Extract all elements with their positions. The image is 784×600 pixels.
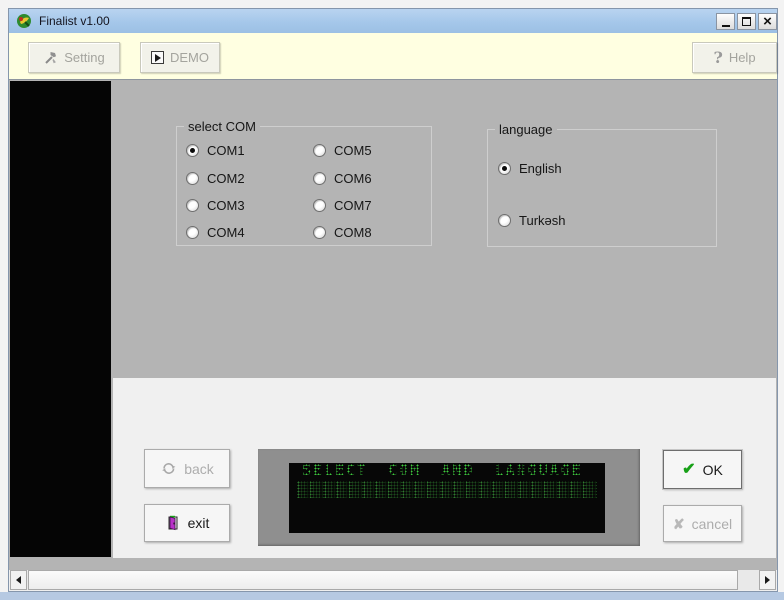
left-black-panel xyxy=(10,81,111,557)
radio-com7-circle[interactable] xyxy=(313,199,326,212)
language-groupbox: language English Turkəsh xyxy=(487,129,717,247)
radio-com6-circle[interactable] xyxy=(313,172,326,185)
play-icon xyxy=(151,51,164,64)
scrollbar-thumb[interactable] xyxy=(28,570,738,590)
demo-button[interactable]: DEMO xyxy=(140,42,220,73)
radio-com5-label: COM5 xyxy=(334,143,372,158)
minimize-icon xyxy=(722,25,730,27)
radio-english-label: English xyxy=(519,161,562,176)
radio-turkish-circle[interactable] xyxy=(498,214,511,227)
radio-turkish-label: Turkəsh xyxy=(519,213,565,228)
exit-button[interactable]: exit xyxy=(144,504,230,542)
radio-com6[interactable]: COM6 xyxy=(313,171,372,186)
radio-com1[interactable]: COM1 xyxy=(186,143,245,158)
ok-label: OK xyxy=(703,462,723,478)
app-logo-icon xyxy=(16,13,32,29)
scroll-right-button[interactable] xyxy=(759,570,776,590)
radio-com3-label: COM3 xyxy=(207,198,245,213)
maximize-button[interactable] xyxy=(737,13,756,30)
minimize-button[interactable] xyxy=(716,13,735,30)
radio-com4[interactable]: COM4 xyxy=(186,225,245,240)
toolbar: Setting DEMO ? Help xyxy=(9,33,777,80)
led-dim-row xyxy=(297,481,597,498)
titlebar[interactable]: Finalist v1.00 × xyxy=(9,9,777,33)
exit-label: exit xyxy=(188,515,210,531)
radio-com6-label: COM6 xyxy=(334,171,372,186)
language-group-title: language xyxy=(495,122,557,137)
radio-com1-label: COM1 xyxy=(207,143,245,158)
left-arrow-icon xyxy=(16,576,21,584)
led-message-text: SELECT COM AND LANGUAGE xyxy=(302,463,583,479)
radio-com8-label: COM8 xyxy=(334,225,372,240)
horizontal-scrollbar[interactable] xyxy=(10,570,776,590)
check-icon: ✔ xyxy=(682,462,695,478)
tools-icon xyxy=(43,50,58,65)
x-icon: ✘ xyxy=(673,517,685,531)
question-icon: ? xyxy=(713,48,722,67)
ok-button[interactable]: ✔ OK xyxy=(663,450,742,489)
radio-turkish[interactable]: Turkəsh xyxy=(498,213,565,228)
app-window: Finalist v1.00 × Setting DEMO ? Help xyxy=(8,8,778,592)
cancel-button[interactable]: ✘ cancel xyxy=(663,505,742,542)
back-button[interactable]: back xyxy=(144,449,230,488)
radio-com1-circle[interactable] xyxy=(186,144,199,157)
radio-com8-circle[interactable] xyxy=(313,226,326,239)
radio-com2-circle[interactable] xyxy=(186,172,199,185)
radio-com5-circle[interactable] xyxy=(313,144,326,157)
refresh-icon xyxy=(160,461,177,476)
setting-button[interactable]: Setting xyxy=(28,42,120,73)
radio-com4-label: COM4 xyxy=(207,225,245,240)
radio-com8[interactable]: COM8 xyxy=(313,225,372,240)
right-arrow-icon xyxy=(765,576,770,584)
radio-english[interactable]: English xyxy=(498,161,562,176)
radio-com5[interactable]: COM5 xyxy=(313,143,372,158)
radio-com7[interactable]: COM7 xyxy=(313,198,372,213)
back-label: back xyxy=(184,461,214,477)
radio-com3-circle[interactable] xyxy=(186,199,199,212)
cancel-label: cancel xyxy=(692,516,732,532)
desktop-edge xyxy=(0,592,784,600)
led-display-frame: SELECT COM AND LANGUAGE xyxy=(258,449,640,546)
radio-com3[interactable]: COM3 xyxy=(186,198,245,213)
help-button[interactable]: ? Help xyxy=(692,42,777,73)
exit-door-icon xyxy=(165,515,181,531)
close-button[interactable]: × xyxy=(758,13,777,30)
setting-label: Setting xyxy=(64,50,104,65)
radio-com7-label: COM7 xyxy=(334,198,372,213)
close-icon: × xyxy=(763,14,772,29)
select-com-group-title: select COM xyxy=(184,119,260,134)
radio-english-circle[interactable] xyxy=(498,162,511,175)
help-label: Help xyxy=(729,50,756,65)
radio-com2[interactable]: COM2 xyxy=(186,171,245,186)
desktop: Finalist v1.00 × Setting DEMO ? Help xyxy=(0,0,784,600)
scroll-left-button[interactable] xyxy=(10,570,27,590)
demo-label: DEMO xyxy=(170,50,209,65)
maximize-icon xyxy=(742,17,751,26)
radio-com2-label: COM2 xyxy=(207,171,245,186)
led-display-screen: SELECT COM AND LANGUAGE xyxy=(289,463,605,533)
radio-com4-circle[interactable] xyxy=(186,226,199,239)
client-area: select COM COM1 COM2 COM3 COM4 xyxy=(9,80,777,570)
window-title: Finalist v1.00 xyxy=(39,9,110,33)
select-com-groupbox: select COM COM1 COM2 COM3 COM4 xyxy=(176,126,432,246)
